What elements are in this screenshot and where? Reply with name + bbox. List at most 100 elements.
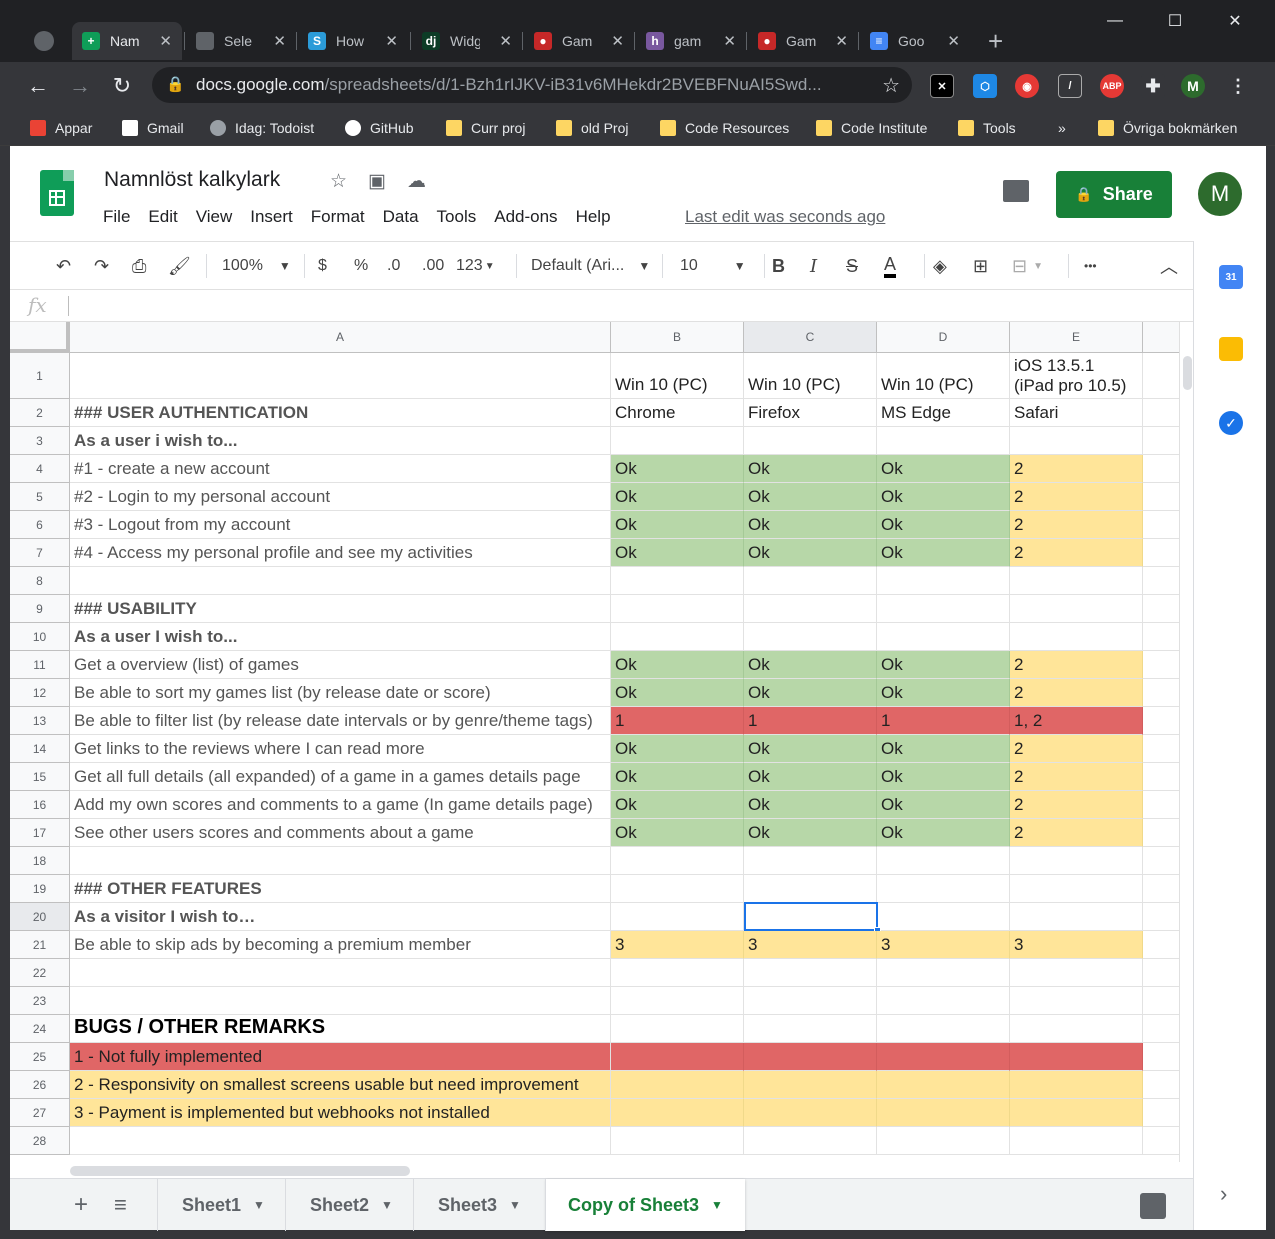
row-header[interactable]: 19	[10, 875, 70, 903]
cell-b15[interactable]: Ok	[611, 763, 744, 791]
cell-a7[interactable]: #4 - Access my personal profile and see …	[70, 539, 611, 567]
cell-a18[interactable]	[70, 847, 611, 875]
menu-file[interactable]: File	[103, 207, 130, 227]
cell-e12[interactable]: 2	[1010, 679, 1143, 707]
cell-a8[interactable]	[70, 567, 611, 595]
row-header[interactable]: 22	[10, 959, 70, 987]
row-header[interactable]: 3	[10, 427, 70, 455]
cell-c8[interactable]	[744, 567, 877, 595]
cell-b23[interactable]	[611, 987, 744, 1015]
bookmark-item[interactable]: GitHub	[345, 118, 414, 138]
decrease-decimal-button[interactable]: .0	[387, 254, 400, 278]
cell-c14[interactable]: Ok	[744, 735, 877, 763]
explore-icon[interactable]	[1140, 1193, 1166, 1219]
cell-d4[interactable]: Ok	[877, 455, 1010, 483]
bookmark-item[interactable]: Code Institute	[816, 118, 927, 138]
menu-tools[interactable]: Tools	[437, 207, 477, 227]
horizontal-scrollbar[interactable]	[70, 1162, 1180, 1176]
cell-c6[interactable]: Ok	[744, 511, 877, 539]
cell-a2[interactable]: ### USER AUTHENTICATION	[70, 399, 611, 427]
bookmark-star-icon[interactable]: ☆	[882, 73, 900, 98]
chevron-down-icon[interactable]: ▼	[509, 1198, 521, 1212]
cell-e28[interactable]	[1010, 1127, 1143, 1155]
cell-c19[interactable]	[744, 875, 877, 903]
tasks-icon[interactable]: ✓	[1219, 411, 1243, 435]
selected-cell-c20[interactable]	[744, 902, 878, 931]
cell-e6[interactable]: 2	[1010, 511, 1143, 539]
cell-d18[interactable]	[877, 847, 1010, 875]
column-header-b[interactable]: B	[611, 322, 744, 353]
row-header[interactable]: 14	[10, 735, 70, 763]
extension-eyedropper-icon[interactable]: /	[1058, 74, 1082, 98]
cell-d6[interactable]: Ok	[877, 511, 1010, 539]
cell-e2[interactable]: Safari	[1010, 399, 1143, 427]
cell-c24[interactable]	[744, 1015, 877, 1043]
cell-b14[interactable]: Ok	[611, 735, 744, 763]
text-color-button[interactable]: A	[884, 254, 897, 278]
bookmark-item[interactable]: Curr proj	[446, 118, 525, 138]
font-select[interactable]: Default (Ari... ▼	[531, 254, 650, 278]
cell-b27[interactable]	[611, 1099, 744, 1127]
cell-e4[interactable]: 2	[1010, 455, 1143, 483]
row-header[interactable]: 26	[10, 1071, 70, 1099]
cell-b20[interactable]	[611, 903, 744, 931]
cell-a10[interactable]: As a user I wish to...	[70, 623, 611, 651]
cell-e7[interactable]: 2	[1010, 539, 1143, 567]
cell-e18[interactable]	[1010, 847, 1143, 875]
address-bar[interactable]: 🔒 docs.google.com/spreadsheets/d/1-Bzh1r…	[152, 67, 912, 103]
cell-e15[interactable]: 2	[1010, 763, 1143, 791]
cell-c7[interactable]: Ok	[744, 539, 877, 567]
cell-b24[interactable]	[611, 1015, 744, 1043]
cell-e13[interactable]: 1, 2	[1010, 707, 1143, 735]
undo-icon[interactable]: ↶	[56, 254, 71, 278]
paint-format-icon[interactable]: 🖌	[168, 254, 191, 278]
menu-help[interactable]: Help	[576, 207, 611, 227]
close-tab-icon[interactable]: ✕	[723, 32, 736, 50]
cell-a16[interactable]: Add my own scores and comments to a game…	[70, 791, 611, 819]
last-edit-link[interactable]: Last edit was seconds ago	[685, 207, 885, 227]
bookmark-item[interactable]: Gmail	[122, 118, 184, 138]
cell-c10[interactable]	[744, 623, 877, 651]
cell-b9[interactable]	[611, 595, 744, 623]
cell-d5[interactable]: Ok	[877, 483, 1010, 511]
cell-a25[interactable]: 1 - Not fully implemented	[70, 1043, 611, 1071]
row-header[interactable]: 20	[10, 903, 70, 931]
cell-c12[interactable]: Ok	[744, 679, 877, 707]
row-header[interactable]: 28	[10, 1127, 70, 1155]
move-folder-icon[interactable]: ▣	[368, 170, 386, 193]
cell-e9[interactable]	[1010, 595, 1143, 623]
column-header-d[interactable]: D	[877, 322, 1010, 353]
cell-b7[interactable]: Ok	[611, 539, 744, 567]
cell-e22[interactable]	[1010, 959, 1143, 987]
cell-c11[interactable]: Ok	[744, 651, 877, 679]
print-icon[interactable]: ⎙	[132, 254, 146, 278]
cell-d21[interactable]: 3	[877, 931, 1010, 959]
cell-d24[interactable]	[877, 1015, 1010, 1043]
chevron-right-icon[interactable]: ›	[1220, 1181, 1227, 1207]
cell-e26[interactable]	[1010, 1071, 1143, 1099]
cell-d8[interactable]	[877, 567, 1010, 595]
cell-c26[interactable]	[744, 1071, 877, 1099]
fill-color-icon[interactable]: ◈	[933, 254, 947, 278]
cell-e14[interactable]: 2	[1010, 735, 1143, 763]
cell-d13[interactable]: 1	[877, 707, 1010, 735]
menu-view[interactable]: View	[196, 207, 233, 227]
browser-tab[interactable]: + Nam ✕	[72, 22, 182, 60]
cell-a28[interactable]	[70, 1127, 611, 1155]
cell-a9[interactable]: ### USABILITY	[70, 595, 611, 623]
bookmark-item[interactable]: Tools	[958, 118, 1016, 138]
forward-button[interactable]: →	[66, 72, 94, 100]
spreadsheet-grid[interactable]: A B C D E 1 Win 10 (PC) Win 10 (PC) Win 10 (PC) i…	[10, 322, 1193, 1162]
sheet-tab[interactable]: Sheet1 ▼	[158, 1179, 289, 1231]
cell-e8[interactable]	[1010, 567, 1143, 595]
cell-a12[interactable]: Be able to sort my games list (by releas…	[70, 679, 611, 707]
row-header[interactable]: 16	[10, 791, 70, 819]
browser-tab[interactable]: Sele ✕	[186, 22, 296, 60]
cell-d28[interactable]	[877, 1127, 1010, 1155]
cell-a27[interactable]: 3 - Payment is implemented but webhooks …	[70, 1099, 611, 1127]
browser-tab[interactable]: ● Gam ✕	[748, 22, 858, 60]
close-tab-icon[interactable]: ✕	[385, 32, 398, 50]
cell-a21[interactable]: Be able to skip ads by becoming a premiu…	[70, 931, 611, 959]
extension-x-icon[interactable]: ✕	[930, 74, 954, 98]
more-options-button[interactable]: •••	[1084, 254, 1097, 278]
